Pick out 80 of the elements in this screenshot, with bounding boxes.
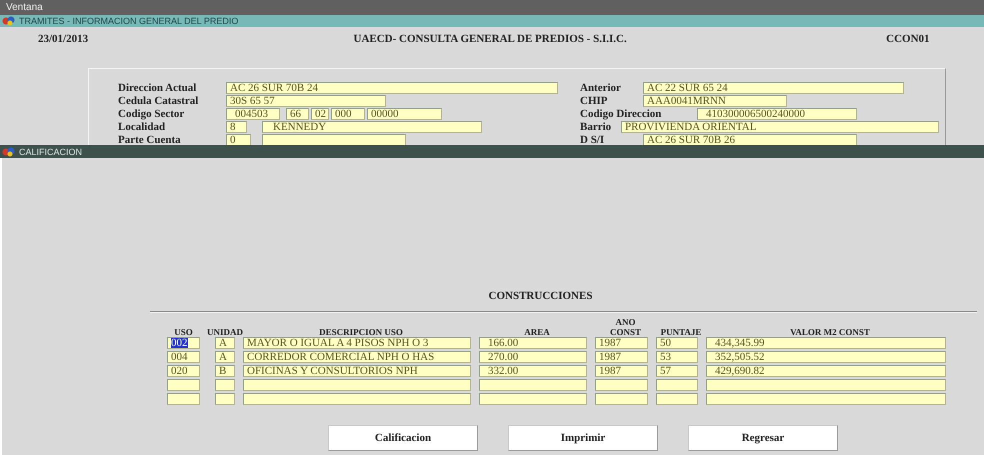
column-header: DESCRIPCION USO <box>318 327 404 337</box>
screen-code: CCON01 <box>886 33 930 45</box>
text-field[interactable]: 57 <box>656 365 698 377</box>
app-icon <box>2 16 16 26</box>
text-field[interactable] <box>262 134 406 145</box>
text-field[interactable] <box>706 393 946 405</box>
text-field[interactable] <box>243 393 471 405</box>
text-field[interactable]: 1987 <box>595 337 648 349</box>
section-title: CONSTRUCCIONES <box>488 290 592 302</box>
text-field[interactable]: A <box>215 351 235 363</box>
window-title: TRAMITES - INFORMACION GENERAL DEL PREDIO <box>19 16 238 26</box>
field-label: Parte Cuenta <box>118 134 182 145</box>
text-field[interactable]: 66 <box>286 108 309 120</box>
text-field[interactable] <box>479 393 587 405</box>
field-label: D S/I <box>580 134 606 145</box>
text-field[interactable]: AC 22 SUR 65 24 <box>643 82 904 94</box>
screen-heading: UAECD- CONSULTA GENERAL DE PREDIOS - S.I.I.C. <box>352 33 628 45</box>
field-label: Cedula Catastral <box>118 94 200 106</box>
text-field[interactable]: 332.00 <box>479 365 587 377</box>
column-header: VALOR M2 CONST <box>789 327 871 337</box>
text-field[interactable] <box>706 379 946 391</box>
text-field[interactable]: 352,505.52 <box>706 351 946 363</box>
column-header: USO <box>173 327 194 337</box>
text-field[interactable]: B <box>215 365 235 377</box>
app-icon <box>2 146 16 156</box>
text-field[interactable]: 1987 <box>595 351 648 363</box>
text-field[interactable]: 020 <box>167 365 200 377</box>
text-field[interactable] <box>595 379 648 391</box>
text-field[interactable] <box>656 379 698 391</box>
text-field[interactable]: 000 <box>331 108 365 120</box>
text-field[interactable] <box>215 379 235 391</box>
text-field[interactable]: 166.00 <box>479 337 587 349</box>
action-button[interactable]: Regresar <box>688 425 838 451</box>
column-header: UNIDAD <box>207 327 243 337</box>
field-label: Localidad <box>118 120 166 132</box>
text-field[interactable]: 002 <box>167 337 200 349</box>
text-field[interactable]: AC 26 SUR 70B 24 <box>226 82 558 94</box>
text-field[interactable] <box>167 379 200 391</box>
text-field[interactable]: KENNEDY <box>262 120 482 132</box>
text-field[interactable]: 1987 <box>595 365 648 377</box>
text-field[interactable]: 0 <box>226 134 251 145</box>
column-header: ANO CONST <box>608 317 642 337</box>
field-label: Barrio <box>580 120 612 132</box>
field-label: CHIP <box>580 94 608 106</box>
text-field[interactable]: 8 <box>226 120 247 132</box>
field-label: Codigo Direccion <box>580 108 662 120</box>
action-button[interactable]: Imprimir <box>508 425 658 451</box>
text-field[interactable]: CORREDOR COMERCIAL NPH O HAS <box>243 351 471 363</box>
text-field[interactable] <box>595 393 648 405</box>
text-field[interactable]: 53 <box>656 351 698 363</box>
text-field[interactable]: AC 26 SUR 70B 26 <box>643 134 857 145</box>
text-field[interactable] <box>243 379 471 391</box>
action-button[interactable]: Calificacion <box>328 425 478 451</box>
field-label: Anterior <box>580 82 622 94</box>
text-field[interactable]: 004503 <box>226 108 280 120</box>
text-field[interactable]: AAA0041MRNN <box>643 94 787 106</box>
text-field[interactable]: 429,690.82 <box>706 365 946 377</box>
column-header: PUNTAJE <box>660 327 702 337</box>
field-label: Codigo Sector <box>118 108 186 120</box>
window-title: CALIFICACION <box>19 146 82 156</box>
text-field[interactable]: 50 <box>656 337 698 349</box>
text-field[interactable]: 02 <box>311 108 329 120</box>
text-field[interactable] <box>167 393 200 405</box>
text-field[interactable]: PROVIVIENDA ORIENTAL <box>621 120 939 132</box>
text-field[interactable]: 270.00 <box>479 351 587 363</box>
text-field[interactable]: MAYOR O IGUAL A 4 PISOS NPH O 3 <box>243 337 471 349</box>
text-field[interactable]: 30S 65 57 <box>226 94 386 106</box>
text-field[interactable] <box>656 393 698 405</box>
date-label: 23/01/2013 <box>38 33 88 45</box>
text-field[interactable]: 00000 <box>367 108 442 120</box>
menu-item[interactable]: Ventana <box>6 2 43 13</box>
text-field[interactable]: 410300006500240000 <box>697 108 857 120</box>
column-header: AREA <box>523 327 551 337</box>
text-field[interactable] <box>479 379 587 391</box>
text-field[interactable] <box>215 393 235 405</box>
text-field[interactable]: 004 <box>167 351 200 363</box>
text-field[interactable]: OFICINAS Y CONSULTORIOS NPH <box>243 365 471 377</box>
field-label: Direccion Actual <box>118 82 198 94</box>
text-field[interactable]: 434,345.99 <box>706 337 946 349</box>
text-field[interactable]: A <box>215 337 235 349</box>
